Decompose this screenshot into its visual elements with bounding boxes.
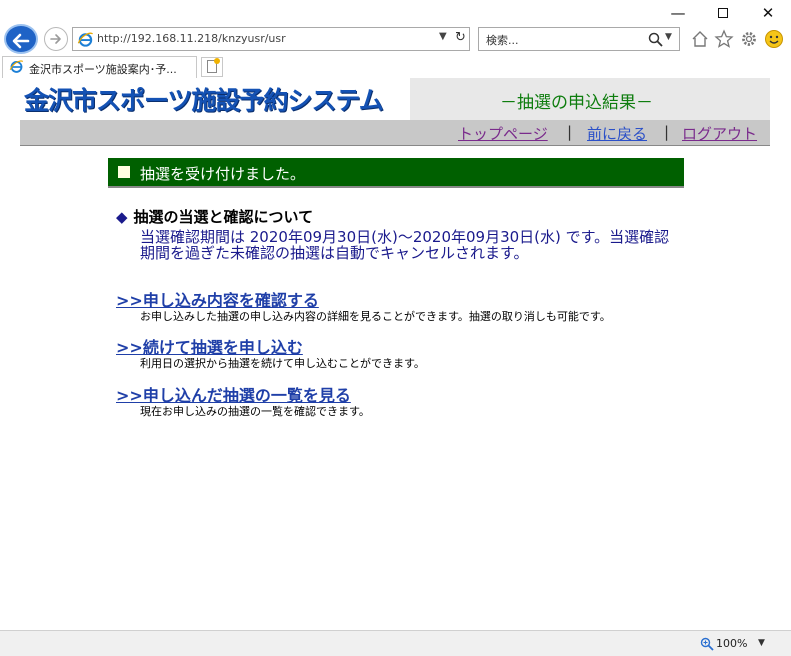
search-input[interactable]: 検索... [486,32,519,48]
zoom-level[interactable]: 100% [716,637,747,650]
nav-separator: | [664,123,670,141]
diamond-icon: ◆ [116,208,128,226]
zoom-icon[interactable] [700,637,714,651]
browser-tab-active[interactable]: 金沢市スポーツ施設案内･予... [2,56,197,78]
info-body: 当選確認期間は 2020年09月30日(水)～2020年09月30日(水) です… [140,228,670,262]
new-tab-spark-icon [214,58,220,64]
forward-button[interactable] [44,27,68,51]
feedback-icon[interactable] [764,29,784,49]
info-heading-text: 抽選の当選と確認について [133,208,314,226]
back-button[interactable] [4,24,38,54]
new-tab-button[interactable] [201,57,223,77]
continue-lottery-block: >>続けて抽選を申し込む 利用日の選択から抽選を続けて申し込むことができます。 [116,334,425,370]
site-nav: トップページ | 前に戻る | ログアウト [20,120,770,146]
maximize-button[interactable] [700,2,746,24]
continue-lottery-desc: 利用日の選択から抽選を続けて申し込むことができます。 [140,357,425,370]
home-icon[interactable] [690,29,710,49]
tab-strip: 金沢市スポーツ施設案内･予... [0,56,791,78]
refresh-icon[interactable]: ↻ [455,30,466,45]
address-bar[interactable]: http://192.168.11.218/knzyusr/usr ▼ ↻ [72,27,470,51]
page-content: 金沢市スポーツ施設予約システム －抽選の申込結果－ トップページ | 前に戻る … [0,78,791,630]
zoom-dropdown-icon[interactable]: ▼ [758,638,765,648]
notice-text: 抽選を受け付けました。 [140,165,306,183]
logout-link[interactable]: ログアウト [682,123,757,144]
search-dropdown-icon[interactable]: ▼ [665,32,672,42]
address-dropdown-icon[interactable]: ▼ [439,31,447,42]
search-icon[interactable] [647,31,665,49]
search-box[interactable]: 検索... ▼ [478,27,680,51]
square-bullet-icon [118,166,130,178]
minimize-button[interactable]: — [655,2,701,24]
confirm-entry-desc: お申し込みした抽選の申し込み内容の詳細を見ることができます。抽選の取り消しも可能… [140,310,611,323]
forward-icon [50,34,61,44]
lottery-list-desc: 現在お申し込みの抽選の一覧を確認できます。 [140,405,370,418]
tab-title: 金沢市スポーツ施設案内･予... [29,63,177,76]
ie-icon [9,60,24,73]
close-button[interactable]: ✕ [745,2,791,24]
ie-icon [77,32,93,47]
settings-icon[interactable] [739,29,759,49]
favorites-icon[interactable] [714,29,734,49]
back-icon [12,33,30,49]
header-banner: 金沢市スポーツ施設予約システム －抽選の申込結果－ [20,78,770,120]
logo-text: 金沢市スポーツ施設予約システム [24,86,384,115]
maximize-icon [718,8,728,18]
info-heading: ◆ 抽選の当選と確認について [116,206,313,227]
back-link[interactable]: 前に戻る [587,123,647,144]
window-titlebar: — ✕ [0,0,791,26]
status-bar: 100% ▼ [0,630,791,656]
success-notice: 抽選を受け付けました。 [108,158,684,188]
page-title: －抽選の申込結果－ [500,93,653,113]
top-page-link[interactable]: トップページ [458,123,548,144]
nav-separator: | [567,123,573,141]
address-text[interactable]: http://192.168.11.218/knzyusr/usr [97,32,286,45]
navigation-bar: http://192.168.11.218/knzyusr/usr ▼ ↻ 検索… [0,24,791,56]
confirm-entry-block: >>申し込み内容を確認する お申し込みした抽選の申し込み内容の詳細を見ることがで… [116,287,611,323]
site-logo: 金沢市スポーツ施設予約システム [20,78,410,120]
lottery-list-block: >>申し込んだ抽選の一覧を見る 現在お申し込みの抽選の一覧を確認できます。 [116,382,370,418]
